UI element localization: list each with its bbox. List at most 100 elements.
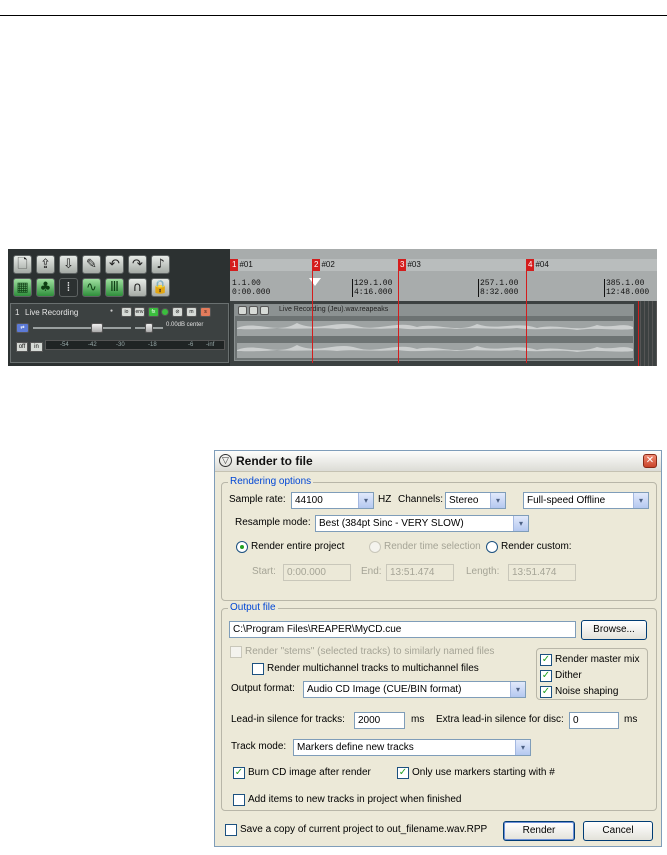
chevron-down-icon[interactable]: ▾ xyxy=(513,516,528,531)
start-field[interactable]: 0:00.000 xyxy=(283,564,351,581)
item-fx-icon[interactable] xyxy=(249,306,258,315)
preferences-wrench-icon[interactable]: ✎ xyxy=(82,255,101,274)
leadin-silence-label: Lead-in silence for tracks: xyxy=(231,714,345,725)
save-project-icon[interactable]: ⇩ xyxy=(59,255,78,274)
track-env-button[interactable]: env xyxy=(134,307,145,317)
add-items-label[interactable]: Add items to new tracks in project when … xyxy=(248,793,461,807)
dither-label[interactable]: Dither xyxy=(555,669,582,683)
burn-cd-checkbox[interactable]: ✓ xyxy=(233,767,245,779)
pan-knob[interactable] xyxy=(145,323,153,333)
track-mode-combo[interactable]: Markers define new tracks ▾ xyxy=(293,739,531,756)
media-item[interactable]: Live Recording (Jeu).wav.reapeaks xyxy=(234,304,634,361)
browse-button[interactable]: Browse... xyxy=(581,620,647,640)
ruler-tick: 385.1.00 12:48.000 xyxy=(604,279,650,297)
track-panel[interactable]: 1 Live Recording ● io env fx ⊘ m s ⇄ 0.0… xyxy=(10,303,229,363)
marker-1[interactable]: 1 #01 xyxy=(230,259,253,271)
burn-cd-label[interactable]: Burn CD image after render xyxy=(248,766,371,780)
metronome-icon[interactable]: ♪ xyxy=(151,255,170,274)
channels-combo[interactable]: Stereo ▾ xyxy=(445,492,506,509)
dialog-titlebar[interactable]: ▽ Render to file ✕ xyxy=(215,451,661,472)
lock-icon[interactable]: 🔒 xyxy=(151,278,170,297)
grid-dots-icon[interactable]: ⁞ xyxy=(59,278,78,297)
save-copy-label[interactable]: Save a copy of current project to out_fi… xyxy=(240,823,487,837)
render-stems-label[interactable]: Render "stems" (selected tracks) to simi… xyxy=(245,645,494,659)
marker-4[interactable]: 4 #04 xyxy=(526,259,549,271)
chevron-down-icon[interactable]: ▾ xyxy=(633,493,648,508)
only-markers-checkbox[interactable]: ✓ xyxy=(397,767,409,779)
open-project-icon[interactable]: ⇪ xyxy=(36,255,55,274)
save-copy-checkbox[interactable] xyxy=(225,824,237,836)
edit-cursor-icon[interactable] xyxy=(309,278,321,286)
render-time-selection-label[interactable]: Render time selection xyxy=(384,540,481,554)
chevron-down-icon[interactable]: ▾ xyxy=(490,493,505,508)
item-take-icon[interactable] xyxy=(260,306,269,315)
redo-icon[interactable]: ↷ xyxy=(128,255,147,274)
track-io-button[interactable]: io xyxy=(121,307,132,317)
main-toolbar: 🗋 ⇪ ⇩ ✎ ↶ ↷ ♪ ▦ ♣ ⁞ ∿ Ⅲ ∩ 🔒 1 Live Recor… xyxy=(8,249,230,366)
output-file-legend: Output file xyxy=(228,602,278,613)
render-multichannel-checkbox[interactable] xyxy=(252,663,264,675)
render-time-selection-radio[interactable] xyxy=(369,541,381,553)
extra-leadin-label: Extra lead-in silence for disc: xyxy=(436,714,564,725)
grid-snap-icon[interactable]: ▦ xyxy=(13,278,32,297)
leadin-silence-input[interactable]: 2000 xyxy=(354,712,405,729)
extra-leadin-input[interactable]: 0 xyxy=(569,712,619,729)
length-field[interactable]: 13:51.474 xyxy=(508,564,576,581)
undo-icon[interactable]: ↶ xyxy=(105,255,124,274)
render-master-mix-checkbox[interactable]: ✓ xyxy=(540,654,552,666)
render-speed-combo[interactable]: Full-speed Offline ▾ xyxy=(523,492,649,509)
output-path-input[interactable]: C:\Program Files\REAPER\MyCD.cue xyxy=(229,621,576,638)
volume-slider[interactable] xyxy=(33,327,131,329)
render-custom-radio[interactable] xyxy=(486,541,498,553)
track-mute-button[interactable]: m xyxy=(186,307,197,317)
marker-lane[interactable] xyxy=(230,259,657,271)
chevron-down-icon[interactable]: ▾ xyxy=(515,740,530,755)
track-fx-button[interactable]: fx xyxy=(148,307,159,317)
render-entire-project-label[interactable]: Render entire project xyxy=(251,540,344,554)
envelope-icon[interactable]: ∿ xyxy=(82,278,101,297)
volume-knob[interactable] xyxy=(91,323,103,333)
add-items-checkbox[interactable] xyxy=(233,794,245,806)
off-button[interactable]: off xyxy=(16,342,28,352)
render-custom-label[interactable]: Render custom: xyxy=(501,540,572,554)
output-format-combo[interactable]: Audio CD Image (CUE/BIN format) ▾ xyxy=(303,681,526,698)
record-input-icon[interactable]: ⇄ xyxy=(16,323,29,333)
dither-checkbox[interactable]: ✓ xyxy=(540,670,552,682)
in-button[interactable]: in xyxy=(30,342,43,352)
only-markers-label[interactable]: Only use markers starting with # xyxy=(412,766,555,780)
ripple-edit-icon[interactable]: ♣ xyxy=(36,278,55,297)
track-name[interactable]: Live Recording xyxy=(25,308,95,318)
hz-label: HZ xyxy=(378,494,392,505)
resample-mode-combo[interactable]: Best (384pt Sinc - VERY SLOW) ▾ xyxy=(315,515,529,532)
new-project-icon[interactable]: 🗋 xyxy=(13,255,32,274)
waveform xyxy=(237,321,633,358)
item-lock-icon[interactable] xyxy=(238,306,247,315)
track-solo-button[interactable]: s xyxy=(200,307,211,317)
close-icon[interactable]: ✕ xyxy=(643,454,657,468)
dialog-title: Render to file xyxy=(236,454,313,468)
cancel-button[interactable]: Cancel xyxy=(583,821,653,841)
render-master-mix-label[interactable]: Render master mix xyxy=(555,653,639,667)
timeline-ruler[interactable] xyxy=(230,249,657,301)
meter-tick: -6 xyxy=(188,342,194,348)
render-button[interactable]: Render xyxy=(503,821,575,841)
end-field[interactable]: 13:51.474 xyxy=(386,564,454,581)
sample-rate-combo[interactable]: 44100 ▾ xyxy=(291,492,374,509)
marker-3[interactable]: 3 #03 xyxy=(398,259,421,271)
channels-label: Channels: xyxy=(398,494,444,505)
chevron-down-icon[interactable]: ▾ xyxy=(510,682,525,697)
render-stems-checkbox[interactable] xyxy=(230,646,242,658)
arrange-view[interactable]: 1 #01 2 #02 3 #03 4 #04 1.1.00 0:00.000 129.1… xyxy=(230,249,657,366)
phase-icon[interactable]: ⊘ xyxy=(172,307,183,317)
rendering-options-legend: Rendering options xyxy=(228,476,314,487)
noise-shaping-label[interactable]: Noise shaping xyxy=(555,685,618,699)
render-multichannel-label[interactable]: Render multichannel tracks to multichann… xyxy=(267,662,479,676)
marker-2[interactable]: 2 #02 xyxy=(312,259,335,271)
crossfade-icon[interactable]: Ⅲ xyxy=(105,278,124,297)
record-arm-icon[interactable]: ● xyxy=(106,307,117,317)
render-to-file-dialog: ▽ Render to file ✕ Rendering options Sam… xyxy=(214,450,662,847)
chevron-down-icon[interactable]: ▾ xyxy=(358,493,373,508)
noise-shaping-checkbox[interactable]: ✓ xyxy=(540,686,552,698)
loop-icon[interactable]: ∩ xyxy=(128,278,147,297)
render-entire-project-radio[interactable] xyxy=(236,541,248,553)
